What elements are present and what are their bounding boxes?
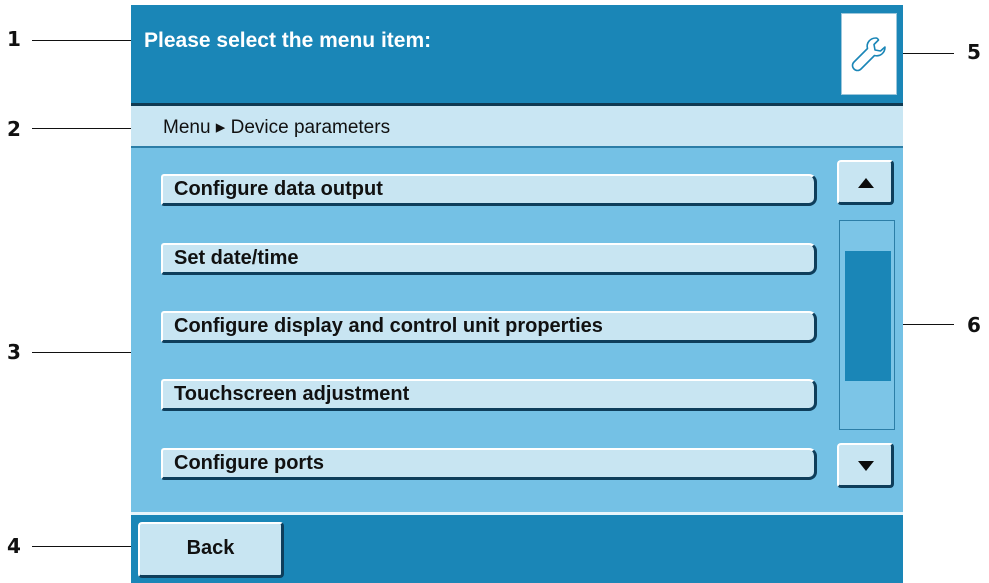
menu-item-configure-ports[interactable]: Configure ports xyxy=(161,448,817,480)
breadcrumb: Menu ▸ Device parameters xyxy=(131,106,903,146)
scrollbar-track[interactable] xyxy=(839,220,895,430)
triangle-down-icon xyxy=(858,461,874,471)
settings-button[interactable] xyxy=(841,13,897,95)
callout-4: 4 xyxy=(7,534,21,558)
callout-4-line xyxy=(32,546,140,547)
page-title: Please select the menu item: xyxy=(144,29,432,52)
footer-bar: Back xyxy=(131,515,903,583)
triangle-up-icon xyxy=(858,178,874,188)
menu-item-configure-data-output[interactable]: Configure data output xyxy=(161,174,817,206)
wrench-icon xyxy=(851,37,886,72)
callout-1: 1 xyxy=(7,27,21,51)
callout-6: 6 xyxy=(967,313,981,337)
device-screen: Please select the menu item: Menu ▸ Devi… xyxy=(131,5,903,583)
menu-list: Configure data output Set date/time Conf… xyxy=(131,148,903,512)
scroll-up-button[interactable] xyxy=(837,160,894,205)
menu-item-configure-display[interactable]: Configure display and control unit prope… xyxy=(161,311,817,343)
breadcrumb-text: Menu ▸ Device parameters xyxy=(163,117,391,138)
callout-5: 5 xyxy=(967,40,981,64)
callout-2: 2 xyxy=(7,117,21,141)
back-button[interactable]: Back xyxy=(138,522,284,578)
scroll-down-button[interactable] xyxy=(837,443,894,488)
header-bar: Please select the menu item: xyxy=(131,5,903,103)
callout-1-line xyxy=(32,40,144,41)
menu-item-touchscreen-adjustment[interactable]: Touchscreen adjustment xyxy=(161,379,817,411)
menu-item-set-date-time[interactable]: Set date/time xyxy=(161,243,817,275)
scrollbar-thumb[interactable] xyxy=(845,251,891,381)
callout-3: 3 xyxy=(7,340,21,364)
